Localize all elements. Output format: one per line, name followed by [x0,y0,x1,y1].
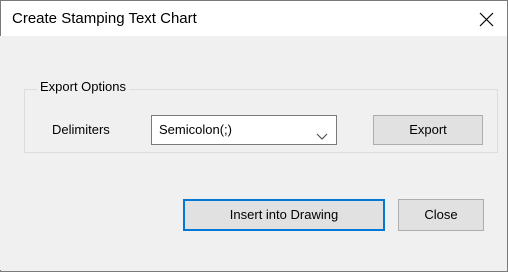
delimiters-dropdown[interactable]: Semicolon(;) [151,115,337,145]
window-close-button[interactable] [465,1,507,37]
chevron-down-icon [316,127,328,145]
window-title: Create Stamping Text Chart [12,10,197,27]
close-button[interactable]: Close [398,199,484,231]
delimiters-selected-value: Semicolon(;) [159,122,232,137]
title-bar[interactable]: Create Stamping Text Chart [1,1,507,37]
delimiters-label: Delimiters [52,122,110,137]
close-icon [479,12,494,27]
dialog-content: Export Options Delimiters Semicolon(;) E… [0,36,506,270]
export-button[interactable]: Export [373,115,483,145]
insert-into-drawing-button[interactable]: Insert into Drawing [183,199,385,231]
export-options-legend: Export Options [37,79,129,94]
